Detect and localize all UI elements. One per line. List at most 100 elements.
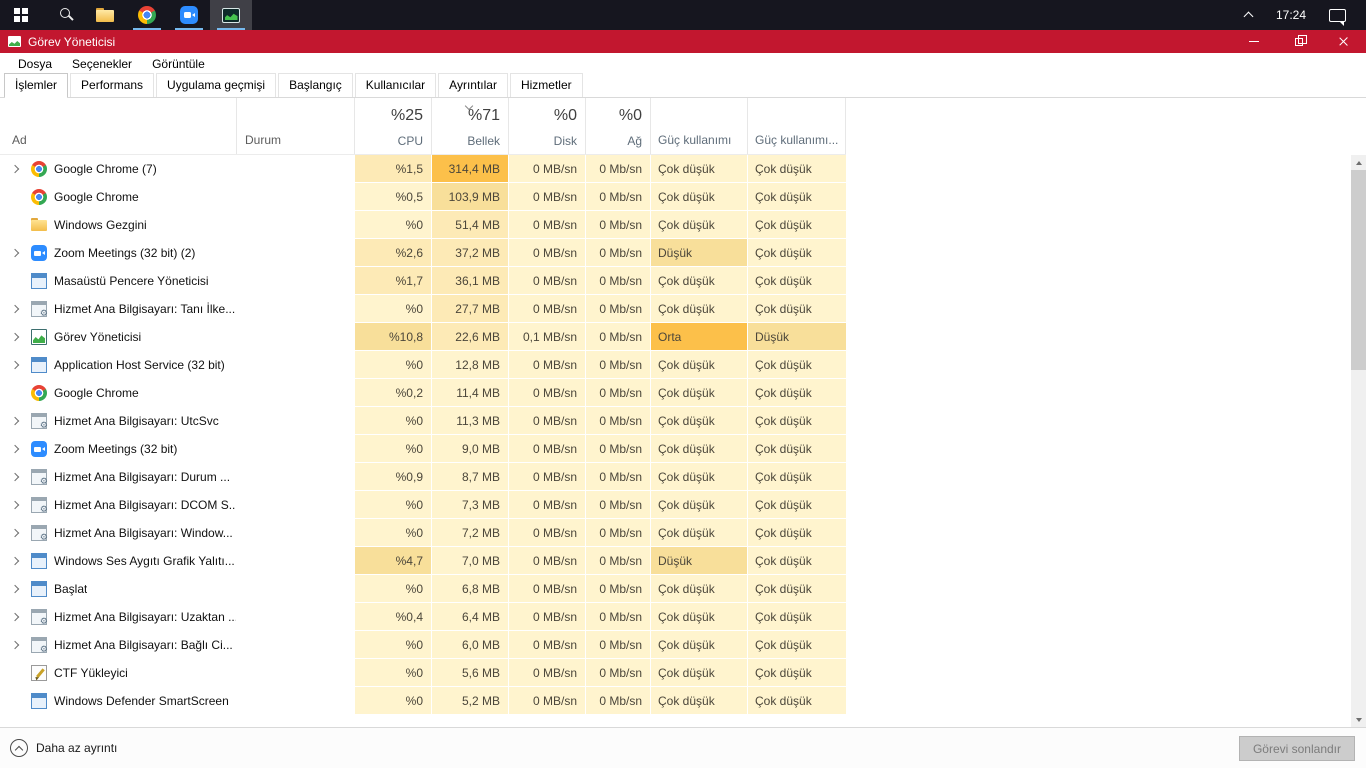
disk-cell: 0 MB/sn <box>508 547 585 575</box>
notification-icon <box>1328 8 1346 26</box>
disk-cell: 0 MB/sn <box>508 155 585 183</box>
expand-chevron-icon[interactable] <box>8 302 22 316</box>
power-trend-cell: Çok düşük <box>747 379 846 407</box>
expand-chevron-icon[interactable] <box>8 414 22 428</box>
expand-chevron-icon[interactable] <box>8 610 22 624</box>
taskbar: 17:24 <box>0 0 1366 30</box>
task-manager-icon <box>222 7 240 23</box>
tab-0[interactable]: İşlemler <box>4 73 69 98</box>
power-cell: Çok düşük <box>650 491 747 519</box>
taskbar-clock[interactable]: 17:24 <box>1264 0 1318 30</box>
table-row[interactable]: Google Chrome %0,2 11,4 MB 0 MB/sn 0 Mb/… <box>0 379 846 407</box>
tab-1[interactable]: Performans <box>70 73 155 97</box>
column-header-status[interactable]: Durum <box>236 98 354 154</box>
status-cell <box>236 659 354 687</box>
column-header-name[interactable]: Ad <box>0 98 236 154</box>
table-row[interactable]: Hizmet Ana Bilgisayarı: Window... %0 7,2… <box>0 519 846 547</box>
minimize-button[interactable] <box>1231 30 1276 53</box>
power-cell: Çok düşük <box>650 379 747 407</box>
table-row[interactable]: Windows Defender SmartScreen %0 5,2 MB 0… <box>0 687 846 715</box>
table-row[interactable]: Zoom Meetings (32 bit) (2) %2,6 37,2 MB … <box>0 239 846 267</box>
close-button[interactable] <box>1321 30 1366 53</box>
column-header-cpu[interactable]: %25 CPU <box>354 98 431 154</box>
process-name: CTF Yükleyici <box>54 666 128 680</box>
minimize-icon <box>1248 40 1259 43</box>
expand-chevron-icon[interactable] <box>8 246 22 260</box>
expand-chevron-icon[interactable] <box>8 638 22 652</box>
file-explorer-button[interactable] <box>84 0 126 30</box>
menu-item-2[interactable]: Görüntüle <box>142 53 215 74</box>
tab-4[interactable]: Kullanıcılar <box>354 73 437 97</box>
vertical-scrollbar[interactable] <box>1351 155 1366 727</box>
status-cell <box>236 687 354 715</box>
show-hidden-icons-button[interactable] <box>1234 0 1264 30</box>
tab-2[interactable]: Uygulama geçmişi <box>156 73 277 97</box>
power-trend-cell: Çok düşük <box>747 183 846 211</box>
table-row[interactable]: Application Host Service (32 bit) %0 12,… <box>0 351 846 379</box>
table-row[interactable]: Görev Yöneticisi %10,8 22,6 MB 0,1 MB/sn… <box>0 323 846 351</box>
column-header-network[interactable]: %0 Ağ <box>585 98 650 154</box>
maximize-button[interactable] <box>1276 30 1321 53</box>
process-name: Hizmet Ana Bilgisayarı: Window... <box>54 526 233 540</box>
expand-chevron-icon[interactable] <box>8 358 22 372</box>
table-row[interactable]: Hizmet Ana Bilgisayarı: DCOM S... %0 7,3… <box>0 491 846 519</box>
table-row[interactable]: Hizmet Ana Bilgisayarı: UtcSvc %0 11,3 M… <box>0 407 846 435</box>
task-manager-taskbar-button[interactable] <box>210 0 252 30</box>
title-bar[interactable]: Görev Yöneticisi <box>0 30 1366 53</box>
process-name: Görev Yöneticisi <box>54 330 142 344</box>
expand-chevron-icon[interactable] <box>8 582 22 596</box>
action-center-button[interactable] <box>1318 0 1356 30</box>
expand-chevron-icon[interactable] <box>8 470 22 484</box>
expand-chevron-icon[interactable] <box>8 498 22 512</box>
expand-chevron-icon[interactable] <box>8 442 22 456</box>
zoom-taskbar-button[interactable] <box>168 0 210 30</box>
expand-chevron-icon[interactable] <box>8 554 22 568</box>
table-row[interactable]: Windows Ses Aygıtı Grafik Yalıtı... %4,7… <box>0 547 846 575</box>
tab-3[interactable]: Başlangıç <box>278 73 353 97</box>
triangle-up-icon <box>1355 160 1362 165</box>
process-icon <box>31 693 47 709</box>
process-name-cell: Başlat <box>0 575 236 603</box>
window-title: Görev Yöneticisi <box>28 34 116 49</box>
table-row[interactable]: Hizmet Ana Bilgisayarı: Bağlı Ci... %0 6… <box>0 631 846 659</box>
table-row[interactable]: Google Chrome %0,5 103,9 MB 0 MB/sn 0 Mb… <box>0 183 846 211</box>
table-row[interactable]: Hizmet Ana Bilgisayarı: Durum ... %0,9 8… <box>0 463 846 491</box>
table-row[interactable]: Zoom Meetings (32 bit) %0 9,0 MB 0 MB/sn… <box>0 435 846 463</box>
tab-6[interactable]: Hizmetler <box>509 73 583 97</box>
search-button[interactable] <box>42 0 84 30</box>
fewer-details-toggle[interactable]: Daha az ayrıntı <box>10 728 117 768</box>
status-cell <box>236 519 354 547</box>
power-cell: Çok düşük <box>650 267 747 295</box>
power-cell: Çok düşük <box>650 631 747 659</box>
table-row[interactable]: CTF Yükleyici %0 5,6 MB 0 MB/sn 0 Mb/sn … <box>0 659 846 687</box>
table-row[interactable]: Hizmet Ana Bilgisayarı: Uzaktan ... %0,4… <box>0 603 846 631</box>
scroll-down-button[interactable] <box>1351 712 1366 727</box>
triangle-down-icon <box>1355 717 1362 722</box>
power-cell: Çok düşük <box>650 575 747 603</box>
end-task-button[interactable]: Görevi sonlandır <box>1238 736 1355 761</box>
cpu-cell: %0 <box>354 575 431 603</box>
column-header-memory[interactable]: %71 Bellek <box>431 98 508 154</box>
column-header-power[interactable]: Güç kullanımı <box>650 98 747 154</box>
table-row[interactable]: Masaüstü Pencere Yöneticisi %1,7 36,1 MB… <box>0 267 846 295</box>
expand-chevron-icon[interactable] <box>8 526 22 540</box>
power-trend-cell: Çok düşük <box>747 463 846 491</box>
menu-item-1[interactable]: Seçenekler <box>62 53 142 74</box>
table-row[interactable]: Başlat %0 6,8 MB 0 MB/sn 0 Mb/sn Çok düş… <box>0 575 846 603</box>
table-row[interactable]: Windows Gezgini %0 51,4 MB 0 MB/sn 0 Mb/… <box>0 211 846 239</box>
start-button[interactable] <box>0 0 42 30</box>
scrollbar-thumb[interactable] <box>1351 170 1366 370</box>
menu-item-0[interactable]: Dosya <box>8 53 62 74</box>
expand-chevron-icon[interactable] <box>8 330 22 344</box>
table-row[interactable]: Google Chrome (7) %1,5 314,4 MB 0 MB/sn … <box>0 155 846 183</box>
column-header-disk[interactable]: %0 Disk <box>508 98 585 154</box>
expand-chevron-icon[interactable] <box>8 162 22 176</box>
column-header-power-trend[interactable]: Güç kullanımı... <box>747 98 846 154</box>
power-trend-cell: Çok düşük <box>747 491 846 519</box>
cpu-cell: %0 <box>354 295 431 323</box>
table-row[interactable]: Hizmet Ana Bilgisayarı: Tanı İlke... %0 … <box>0 295 846 323</box>
process-name: Zoom Meetings (32 bit) <box>54 442 178 456</box>
tab-5[interactable]: Ayrıntılar <box>438 73 508 97</box>
scroll-up-button[interactable] <box>1351 155 1366 170</box>
chrome-taskbar-button[interactable] <box>126 0 168 30</box>
